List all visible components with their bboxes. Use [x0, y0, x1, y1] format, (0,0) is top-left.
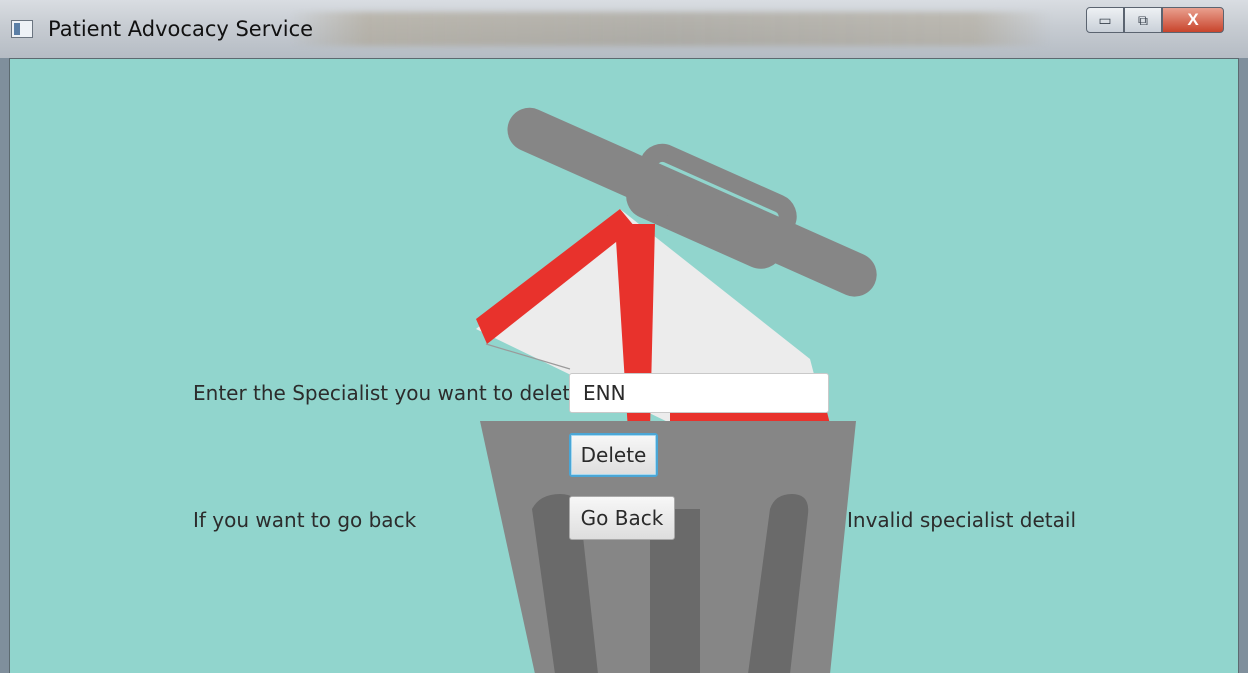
delete-button[interactable]: Delete — [569, 433, 658, 477]
taskbar-blur — [290, 12, 1050, 46]
trash-can-illustration — [476, 107, 877, 673]
delete-prompt-label: Enter the Specialist you want to delete — [193, 381, 583, 405]
app-window: Patient Advocacy Service ▭ ⧉ X Enter the… — [0, 0, 1248, 673]
minimize-button[interactable]: ▭ — [1086, 7, 1124, 33]
maximize-button[interactable]: ⧉ — [1124, 7, 1162, 33]
window-title: Patient Advocacy Service — [48, 17, 314, 41]
status-message: Invalid specialist detail — [847, 508, 1077, 532]
go-back-button[interactable]: Go Back — [569, 496, 675, 540]
close-button[interactable]: X — [1162, 7, 1224, 33]
main-content: Enter the Specialist you want to delete … — [9, 58, 1239, 673]
window-controls: ▭ ⧉ X — [1086, 7, 1224, 35]
go-back-prompt-label: If you want to go back — [193, 508, 417, 532]
title-bar[interactable]: Patient Advocacy Service ▭ ⧉ X — [0, 0, 1248, 58]
specialist-input[interactable] — [569, 373, 829, 413]
app-window-icon — [11, 20, 33, 38]
